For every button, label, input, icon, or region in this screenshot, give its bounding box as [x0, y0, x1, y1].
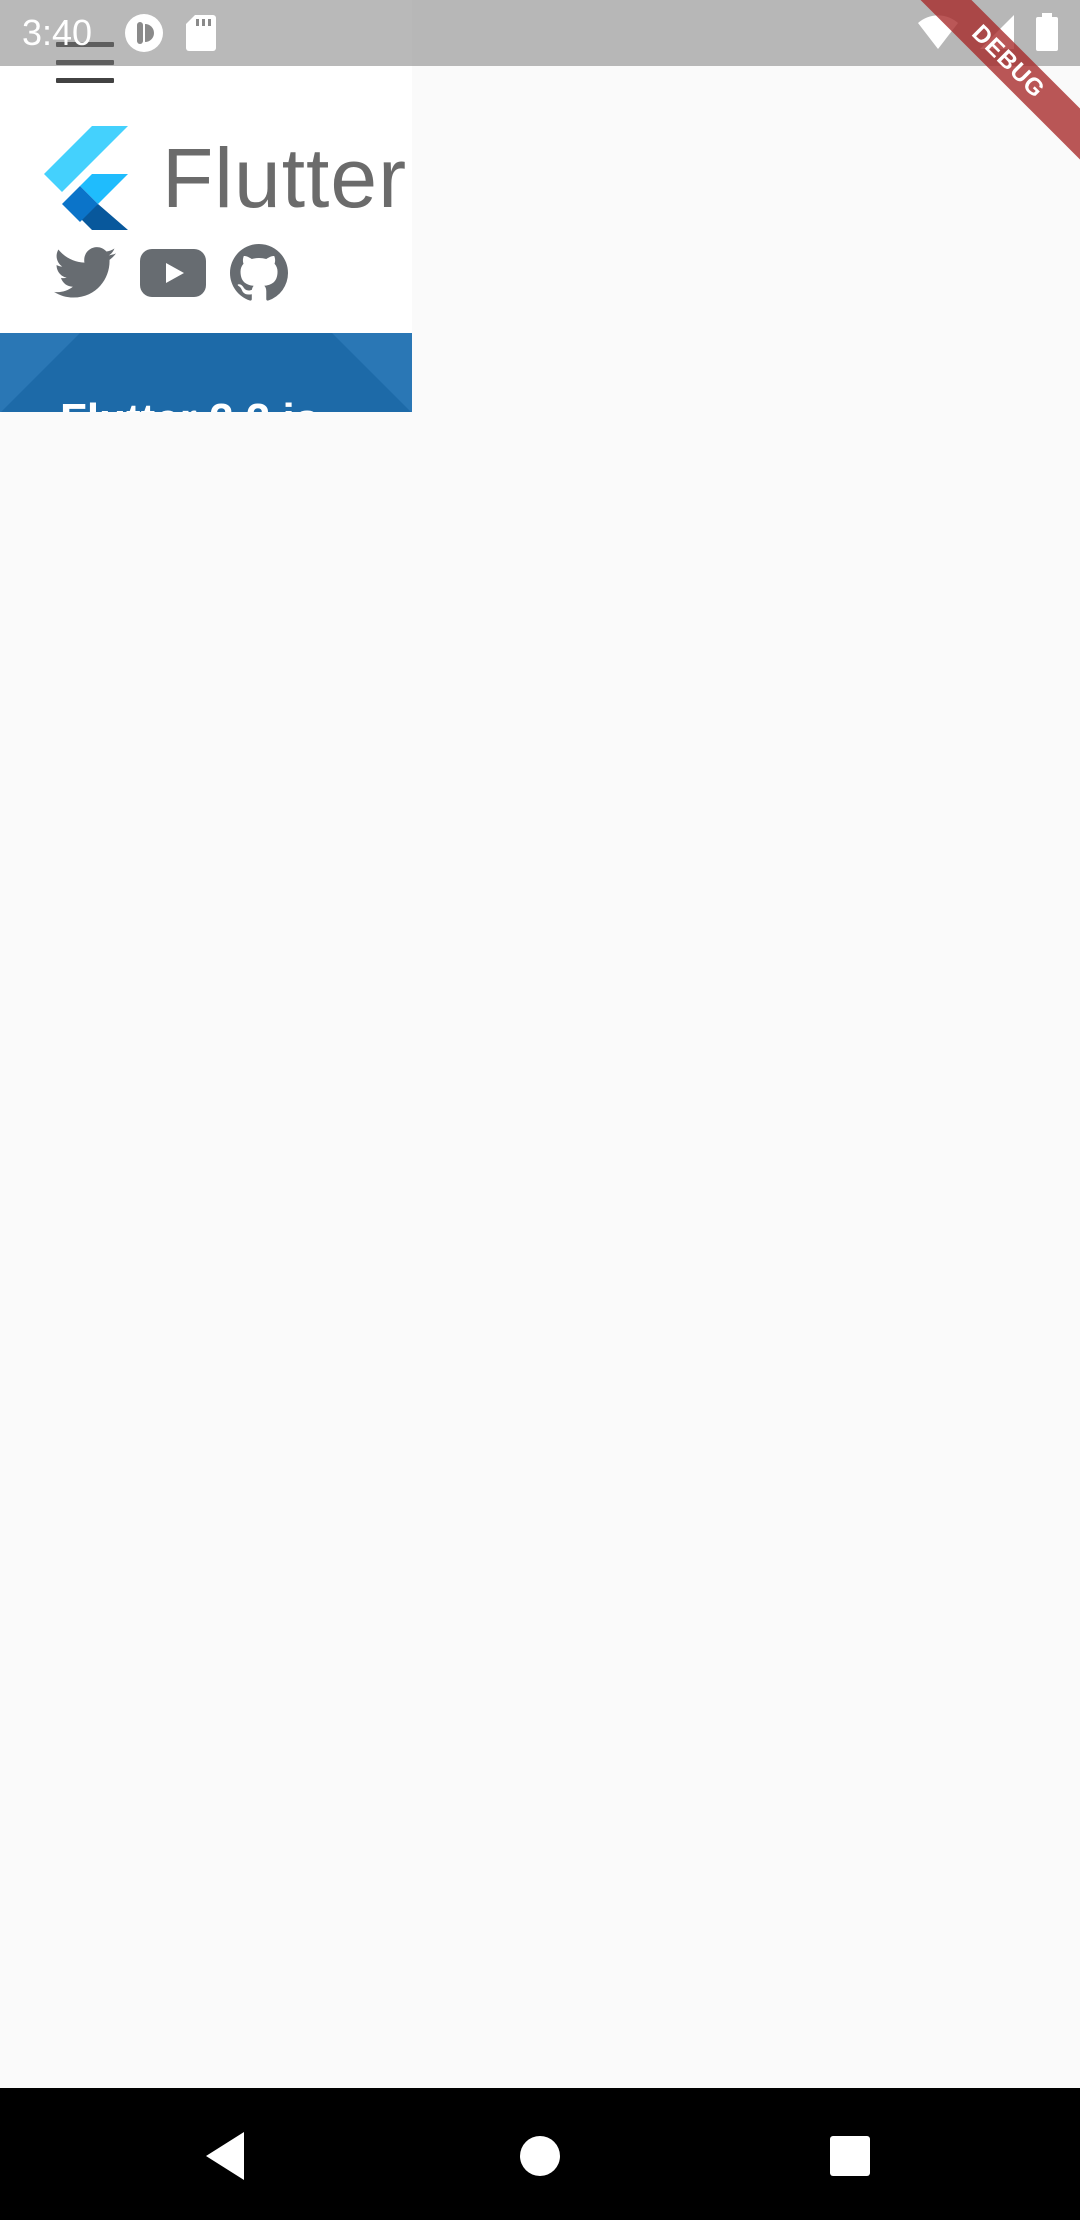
social-links [54, 244, 312, 302]
back-icon[interactable] [200, 2128, 256, 2184]
sd-card-icon [186, 15, 216, 51]
battery-icon [1036, 13, 1058, 51]
recents-icon[interactable] [822, 2128, 878, 2184]
flutter-logo-icon [44, 126, 128, 230]
app-screen: Flutter Flutter 2.2 is [0, 0, 1080, 2220]
status-time: 3:40 [22, 12, 93, 53]
hero-title: Flutter 2.2 is [60, 395, 319, 412]
flutter-brand[interactable]: Flutter [44, 126, 407, 230]
twitter-icon[interactable] [54, 246, 116, 300]
home-icon[interactable] [512, 2128, 568, 2184]
status-left-icons [124, 13, 238, 53]
navigation-bar [0, 2088, 1080, 2220]
status-bar: 3:40 [0, 0, 1080, 66]
hero-banner: Flutter 2.2 is [0, 333, 412, 412]
brand-name: Flutter [162, 131, 408, 225]
youtube-icon[interactable] [140, 249, 206, 297]
github-icon[interactable] [230, 244, 288, 302]
notification-app-icon [124, 13, 164, 53]
